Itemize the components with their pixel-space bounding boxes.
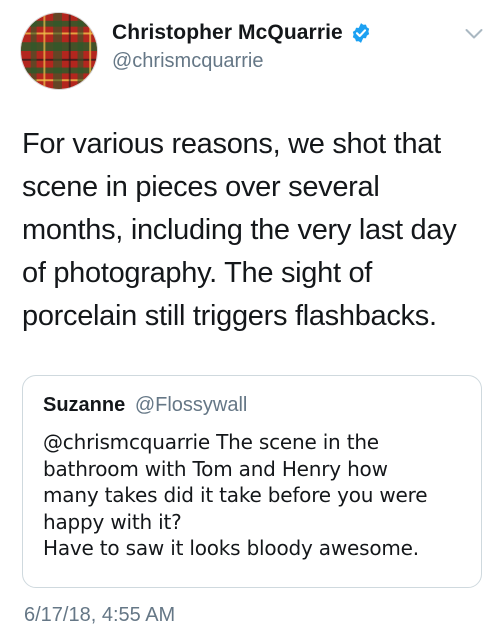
quoted-tweet-card[interactable]: Suzanne @Flossywall @chrismcquarrie The … (22, 375, 482, 588)
tartan-plaid-avatar-icon (21, 13, 97, 89)
author-handle[interactable]: @chrismcquarrie (112, 50, 263, 73)
author-name-row: Christopher McQuarrie (112, 18, 372, 48)
quoted-text-line: happy with it? (43, 509, 182, 534)
quoted-text-line: many takes did it take before you were (43, 483, 428, 507)
tweet-timestamp[interactable]: 6/17/18, 4:55 AM (24, 604, 175, 627)
tweet-text-line: of photography. The sight of (22, 257, 373, 289)
quoted-tweet-text: @chrismcquarrie The scene in the bathroo… (43, 429, 473, 562)
quoted-author-name: Suzanne (43, 394, 126, 416)
quoted-author-handle: @Flossywall (134, 394, 248, 416)
tweet-text-line: For various reasons, we shot that (22, 128, 441, 160)
tweet-text: For various reasons, we shot that scene … (22, 123, 484, 338)
quoted-text-line: Have to saw it looks bloody awesome. (43, 536, 419, 560)
tweet-text-line: porcelain still triggers flashbacks. (22, 300, 437, 332)
quoted-text-line: bathroom with Tom and Henry how (43, 456, 388, 481)
avatar[interactable] (20, 12, 98, 90)
quoted-tweet-header: Suzanne @Flossywall (43, 394, 247, 417)
quoted-text-line: @chrismcquarrie The scene in the (43, 430, 379, 454)
tweet-text-line: months, including the very last day (22, 214, 457, 246)
chevron-down-icon[interactable] (465, 28, 483, 40)
verified-badge-icon (350, 22, 372, 44)
tweet-text-line: scene in pieces over several (22, 171, 380, 203)
author-display-name[interactable]: Christopher McQuarrie (112, 21, 343, 45)
